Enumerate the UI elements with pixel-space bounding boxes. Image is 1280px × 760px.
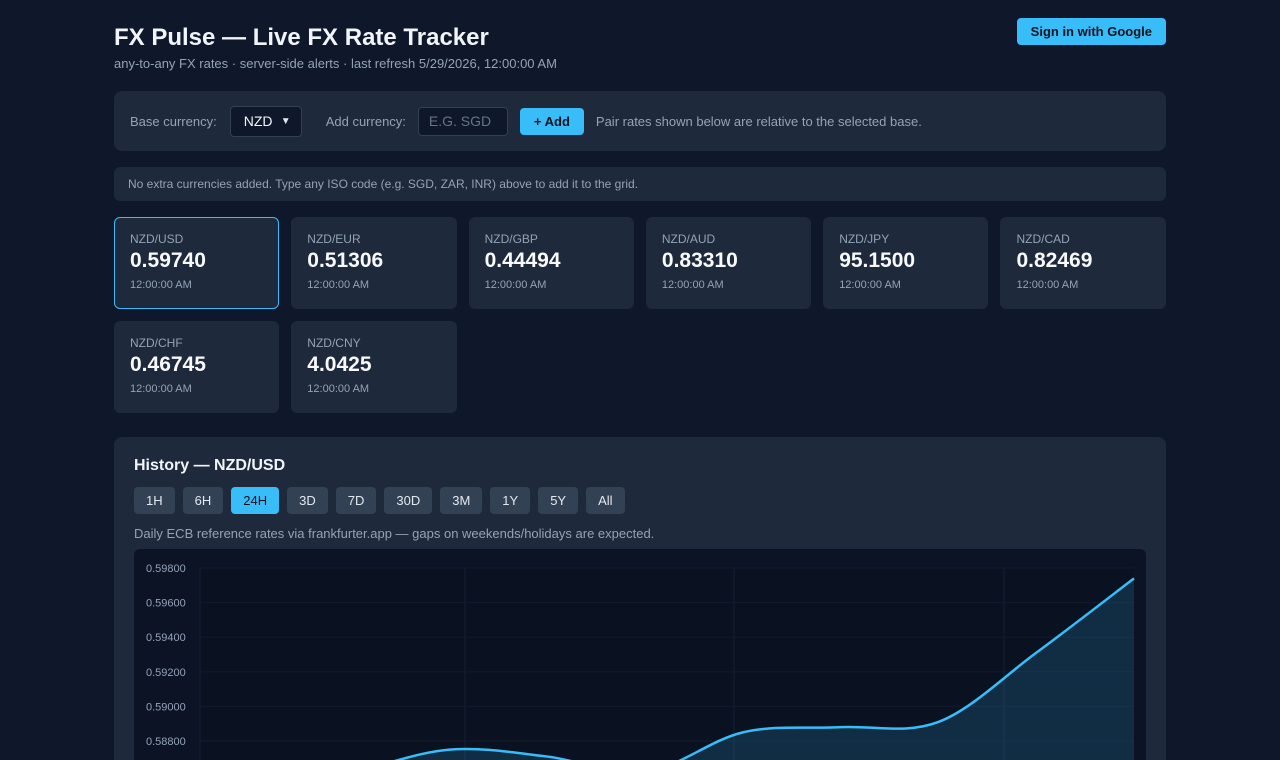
rate-card-pair: NZD/EUR bbox=[307, 232, 361, 246]
rate-card-nzd-usd[interactable]: NZD/USD 0.59740 12:00:00 AM bbox=[114, 217, 280, 309]
range-button-all[interactable]: All bbox=[586, 487, 625, 514]
rate-card-nzd-cad[interactable]: NZD/CAD 0.82469 12:00:00 AM bbox=[1000, 217, 1166, 309]
base-currency-value: NZD bbox=[243, 113, 273, 129]
history-panel: History — NZD/USD 1H 6H 24H 3D 7D 30D 3M 1Y 5Y Al… bbox=[114, 437, 1166, 760]
y-tick-label: 0.59200 bbox=[146, 667, 186, 679]
page-title: FX Pulse — Live FX Rate Tracker bbox=[114, 24, 489, 51]
sign-in-google-button[interactable]: Sign in with Google bbox=[1016, 18, 1166, 45]
rate-card-rate: 0.82469 bbox=[1016, 249, 1093, 272]
range-button-3d[interactable]: 3D bbox=[287, 487, 328, 514]
history-title: History — NZD/USD bbox=[134, 457, 286, 474]
rate-card-pair: NZD/JPY bbox=[839, 232, 890, 246]
page-subtitle: any-to-any FX rates · server-side alerts… bbox=[114, 56, 557, 71]
rate-card-time: 12:00:00 AM bbox=[661, 279, 724, 291]
rate-card-rate: 0.44494 bbox=[484, 249, 561, 272]
base-currency-select[interactable]: NZD ▼ bbox=[229, 105, 302, 137]
rate-card-pair: NZD/AUD bbox=[661, 232, 716, 246]
rate-card-pair: NZD/GBP bbox=[484, 232, 538, 246]
app-root: FX Pulse — Live FX Rate Tracker any-to-a… bbox=[114, 0, 1166, 760]
rate-card-rate: 0.51306 bbox=[307, 249, 384, 272]
range-selector: 1H 6H 24H 3D 7D 30D 3M 1Y 5Y All bbox=[134, 487, 1146, 514]
extra-currencies-notice: No extra currencies added. Type any ISO … bbox=[114, 167, 1166, 201]
controls-bar: Base currency: NZD ▼ Add currency: + Add… bbox=[114, 91, 1166, 151]
rate-card-time: 12:00:00 AM bbox=[307, 279, 370, 291]
rate-card-nzd-eur[interactable]: NZD/EUR 0.51306 12:00:00 AM bbox=[291, 217, 457, 309]
rate-card-pair: NZD/CAD bbox=[1016, 232, 1070, 246]
range-button-7d[interactable]: 7D bbox=[335, 487, 377, 514]
rate-card-rate: 4.0425 bbox=[307, 353, 372, 376]
chevron-down-icon: ▼ bbox=[280, 115, 291, 127]
add-currency-label: Add currency: bbox=[325, 113, 406, 129]
rate-card-pair: NZD/USD bbox=[130, 232, 184, 246]
base-currency-label: Base currency: bbox=[130, 113, 217, 129]
y-tick-label: 0.59800 bbox=[146, 563, 186, 575]
y-tick-label: 0.59600 bbox=[146, 598, 186, 610]
range-button-1h[interactable]: 1H bbox=[134, 487, 175, 514]
y-tick-label: 0.59000 bbox=[146, 701, 186, 713]
rate-card-rate: 0.83310 bbox=[661, 249, 738, 272]
rate-card-nzd-cny[interactable]: NZD/CNY 4.0425 12:00:00 AM bbox=[291, 321, 457, 413]
history-chart-svg: 0.59800 0.59600 0.59400 0.59200 0.59000 0.588… bbox=[146, 563, 1135, 760]
rate-card-rate: 0.46745 bbox=[130, 353, 206, 376]
y-tick-label: 0.58800 bbox=[146, 736, 186, 748]
rate-card-grid: NZD/USD 0.59740 12:00:00 AM NZD/EUR 0.51306 1… bbox=[114, 217, 1166, 413]
pair-rates-note: Pair rates shown below are relative to t… bbox=[595, 113, 922, 129]
rate-card-time: 12:00:00 AM bbox=[130, 383, 192, 395]
add-currency-input[interactable] bbox=[417, 106, 508, 136]
range-button-24h[interactable]: 24H bbox=[231, 487, 280, 514]
rate-card-nzd-chf[interactable]: NZD/CHF 0.46745 12:00:00 AM bbox=[114, 321, 280, 413]
history-note: Daily ECB reference rates via frankfurte… bbox=[134, 526, 655, 541]
rate-card-nzd-jpy[interactable]: NZD/JPY 95.1500 12:00:00 AM bbox=[823, 217, 989, 309]
history-chart: 0.59800 0.59600 0.59400 0.59200 0.59000 0.588… bbox=[134, 549, 1146, 760]
range-button-5y[interactable]: 5Y bbox=[538, 487, 579, 514]
rate-card-time: 12:00:00 AM bbox=[484, 279, 547, 291]
rate-card-time: 12:00:00 AM bbox=[130, 279, 192, 291]
y-tick-label: 0.59400 bbox=[146, 632, 186, 644]
rate-card-time: 12:00:00 AM bbox=[307, 383, 370, 395]
range-button-3m[interactable]: 3M bbox=[440, 487, 483, 514]
page-header: FX Pulse — Live FX Rate Tracker any-to-a… bbox=[114, 0, 1166, 91]
range-button-1y[interactable]: 1Y bbox=[490, 487, 531, 514]
rate-card-nzd-gbp[interactable]: NZD/GBP 0.44494 12:00:00 AM bbox=[468, 217, 634, 309]
add-currency-button[interactable]: + Add bbox=[519, 107, 584, 135]
rate-card-time: 12:00:00 AM bbox=[1016, 279, 1079, 291]
range-button-30d[interactable]: 30D bbox=[384, 487, 433, 514]
range-button-6h[interactable]: 6H bbox=[182, 487, 224, 514]
rate-card-rate: 0.59740 bbox=[130, 249, 206, 272]
rate-card-rate: 95.1500 bbox=[839, 249, 916, 272]
rate-card-time: 12:00:00 AM bbox=[839, 279, 901, 291]
rate-card-pair: NZD/CHF bbox=[130, 336, 183, 350]
rate-card-nzd-aud[interactable]: NZD/AUD 0.83310 12:00:00 AM bbox=[645, 217, 812, 309]
rate-card-pair: NZD/CNY bbox=[307, 336, 361, 350]
